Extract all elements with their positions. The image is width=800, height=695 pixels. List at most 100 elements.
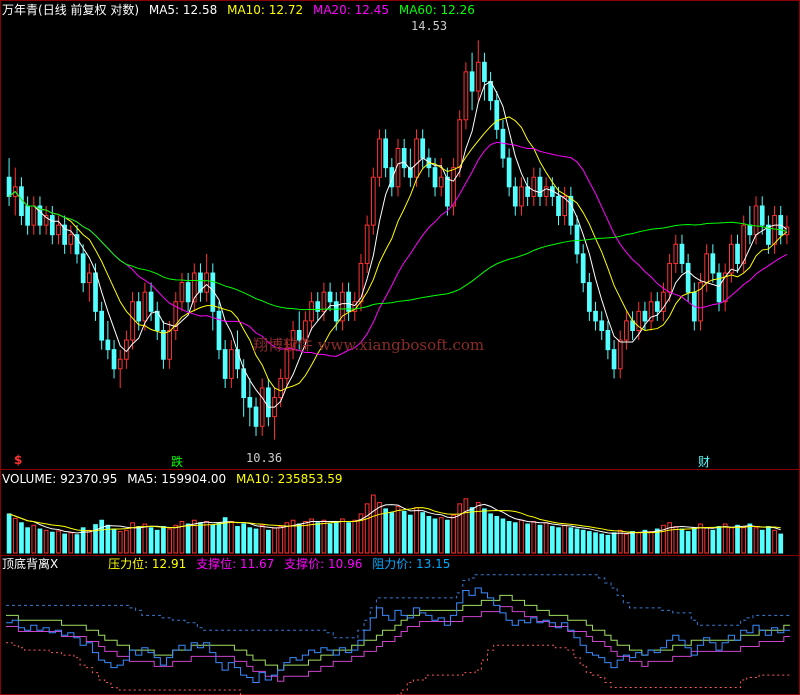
volume-bar (525, 523, 530, 554)
volume-bar (43, 529, 49, 554)
volume-bar (161, 526, 166, 554)
volume-bar (74, 534, 80, 554)
indicator-name: 顶底背离X (2, 557, 59, 571)
volume-bar (506, 521, 512, 554)
volume-bar (401, 510, 407, 554)
candle-body (130, 301, 135, 341)
marker-mid: 跌 (171, 455, 184, 469)
volume-bar (370, 494, 376, 554)
candle-body (556, 195, 561, 217)
volume-bar (86, 529, 92, 554)
candle-body (438, 176, 444, 188)
volume-bar (136, 526, 142, 554)
candle-body (401, 148, 407, 169)
volume-bar (735, 524, 740, 554)
volume-bar (673, 526, 679, 554)
candle-body (599, 320, 605, 331)
candle-body (587, 282, 592, 312)
candle-body (574, 224, 580, 255)
volume-bar (383, 508, 389, 554)
volume-bar (31, 524, 37, 554)
ma60-label: MA60: 12.26 (398, 3, 475, 17)
volume-bar (605, 534, 611, 554)
volume-bar (438, 517, 444, 554)
chart-mode: (日线 前复权 对数) (38, 3, 140, 17)
volume-bar (272, 527, 277, 554)
volume-bar (377, 502, 382, 554)
volume-bar (488, 513, 493, 554)
volume-bar (778, 533, 784, 554)
candle-body (278, 377, 284, 399)
volume-bar (117, 531, 123, 554)
volume-bar (710, 529, 716, 554)
volume-bar (475, 502, 481, 554)
volume-bar (537, 524, 543, 554)
volume-bar (93, 524, 98, 554)
volume-bar (247, 527, 253, 554)
candle-body (525, 186, 530, 197)
volume-bar (568, 527, 574, 554)
candle-body (445, 176, 450, 207)
support-price-label: 支撑价: 10.96 (284, 557, 363, 571)
candle-body (494, 100, 500, 130)
volume-bar (204, 521, 209, 554)
candle-body (204, 272, 209, 293)
volume-bar (691, 527, 697, 554)
candle-body (99, 310, 105, 341)
volume-bar (352, 519, 358, 554)
volume-bar (611, 532, 617, 554)
candle-body (6, 176, 12, 197)
candle-body (654, 301, 660, 312)
candle-body (537, 176, 543, 197)
candle-body (321, 291, 327, 312)
volume-bar (142, 523, 148, 554)
stock-name: 万年青 (2, 3, 39, 17)
volume-bar (574, 528, 580, 554)
candle-body (716, 272, 722, 303)
volume-bar (426, 515, 432, 554)
volume-bar (346, 522, 351, 554)
candle-body (679, 243, 685, 264)
volume-bar (56, 530, 61, 554)
volume-bar (12, 517, 18, 554)
volume-bar (296, 523, 302, 554)
volume-bar (543, 522, 549, 554)
candle-body (704, 253, 710, 284)
volume-bar (624, 533, 629, 554)
candle-body (432, 167, 438, 188)
volume-bar (210, 524, 216, 554)
candle-body (457, 119, 463, 169)
candle-body (247, 397, 253, 408)
resist-line (6, 574, 790, 639)
candle-body (31, 205, 37, 226)
volume-bar (679, 528, 685, 554)
pressure-label: 压力位: 12.91 (108, 557, 187, 571)
volume-bar (599, 533, 605, 554)
candle-body (617, 339, 623, 370)
volume-bar (451, 514, 456, 554)
volume-bar (512, 522, 518, 554)
volume-bar (414, 507, 419, 554)
volume-bar (747, 523, 753, 554)
volume-label: VOLUME: 92370.95 (2, 472, 118, 486)
price-step-line (6, 587, 790, 684)
volume-bar (469, 507, 475, 554)
candle-body (475, 61, 481, 92)
candle-body (512, 186, 518, 207)
ma10-label: MA10: 12.72 (227, 3, 304, 17)
volume-bar (685, 531, 691, 554)
volume-bar (704, 527, 710, 554)
price-header: 万年青(日线 前复权 对数) MA5: 12.58 MA10: 12.72 MA… (2, 3, 481, 17)
high-price-label: 14.53 (411, 19, 448, 33)
candle-body (519, 186, 524, 207)
candle-body (747, 224, 753, 236)
candle-body (309, 301, 314, 322)
watermark: 翔博软件 www.xiangbosoft.com (253, 336, 485, 354)
candle-body (105, 339, 111, 351)
volume-bar (519, 519, 524, 554)
candle-body (93, 272, 98, 312)
volume-bar (593, 532, 598, 554)
candle-body (753, 205, 759, 236)
support-line (6, 606, 790, 682)
candle-body (179, 282, 185, 303)
